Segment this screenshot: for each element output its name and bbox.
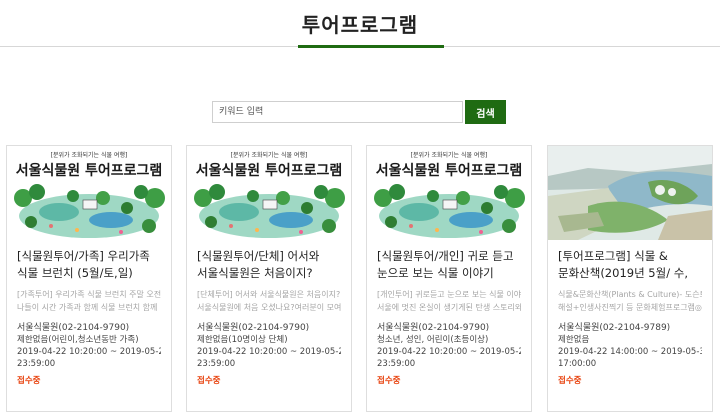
card-organizer: 서울식물원(02-2104-9789) xyxy=(558,323,671,333)
card-title[interactable]: [식물원투어/개인] 귀로 듣고 눈으로 보는 식물 이야기 xyxy=(377,248,521,282)
poster-subtitle: [분위가 조화되기는 식물 여행] xyxy=(411,151,488,159)
poster-subtitle: [분위가 조화되기는 식물 여행] xyxy=(231,151,308,159)
program-card[interactable]: [투어프로그램] 식물 & 문화산책(2019년 5월/ 수, 식물&문화산책(… xyxy=(547,145,713,412)
status-badge: 접수중 xyxy=(558,376,582,386)
poster-title: 서울식물원 투어프로그램 xyxy=(376,162,523,179)
card-description-line: 해설+인생사진찍기 등 문화체험프로그램◎ xyxy=(558,303,702,312)
status-badge: 접수중 xyxy=(17,376,41,386)
card-title[interactable]: [식물원투어/가족] 우리가족 식물 브런치 (5월/토,일) xyxy=(17,248,161,282)
card-organizer: 서울식물원(02-2104-9790) xyxy=(17,323,130,333)
card-description-line: 식물&문화산책(Plants & Culture)- 도슨트의 xyxy=(558,290,702,299)
program-poster-image[interactable]: [분위가 조화되기는 식물 여행] 서울식물원 투어프로그램 xyxy=(7,146,171,240)
status-badge: 접수중 xyxy=(197,376,221,386)
card-meta: 서울식물원(02-2104-9790) 제한없음(어린이,청소년동반 가족) 2… xyxy=(17,322,161,370)
poster-title: 서울식물원 투어프로그램 xyxy=(196,162,343,179)
status-badge: 접수중 xyxy=(377,376,401,386)
card-meta: 서울식물원(02-2104-9790) 청소년, 성인, 어린이(초등이상) 2… xyxy=(377,322,521,370)
card-description: 식물&문화산책(Plants & Culture)- 도슨트의 해설+인생사진찍… xyxy=(558,288,702,314)
card-organizer: 서울식물원(02-2104-9790) xyxy=(377,323,490,333)
card-description-line: 서울에 멋진 온실이 생기게된 탄생 스토리와 xyxy=(377,303,521,312)
card-description: [개인투어] 귀로듣고 눈으로 보는 식물 이야기 서울에 멋진 온실이 생기게… xyxy=(377,288,521,314)
poster-title: 서울식물원 투어프로그램 xyxy=(16,162,163,179)
search-input[interactable] xyxy=(212,101,463,123)
title-divider-accent xyxy=(298,45,444,48)
card-organizer: 서울식물원(02-2104-9790) xyxy=(197,323,310,333)
card-description-line: [단체투어] 어서와 서울식물원은 처음이지? xyxy=(197,290,341,299)
program-card[interactable]: [분위가 조화되기는 식물 여행] 서울식물원 투어프로그램 [식물원투어/개인… xyxy=(366,145,532,412)
card-description: [단체투어] 어서와 서울식물원은 처음이지? 서울식물원에 처음 오셨나요?여… xyxy=(197,288,341,314)
program-card[interactable]: [분위가 조화되기는 식물 여행] 서울식물원 투어프로그램 [식물원투어/가족… xyxy=(6,145,172,412)
card-description-line: 서울식물원에 처음 오셨나요?여러분이 모여 xyxy=(197,303,341,312)
card-target: 제한없음(10명이상 단체) xyxy=(197,335,288,345)
card-period-end: 23:59:00 xyxy=(377,359,416,369)
card-period-end: 23:59:00 xyxy=(197,359,236,369)
poster-subtitle: [분위가 조화되기는 식물 여행] xyxy=(51,151,128,159)
card-period-end: 17:00:00 xyxy=(558,359,597,369)
card-description-line: [가족투어] 우리가족 식물 브런치 주말 오전 xyxy=(17,290,161,299)
card-period: 2019-04-22 10:20:00 ~ 2019-05-23 xyxy=(17,347,161,357)
search-button[interactable]: 검색 xyxy=(465,100,506,124)
card-title[interactable]: [투어프로그램] 식물 & 문화산책(2019년 5월/ 수, xyxy=(558,248,702,282)
card-meta: 서울식물원(02-2104-9790) 제한없음(10명이상 단체) 2019-… xyxy=(197,322,341,370)
program-card[interactable]: [분위가 조화되기는 식물 여행] 서울식물원 투어프로그램 [식물원투어/단체… xyxy=(186,145,352,412)
card-description: [가족투어] 우리가족 식물 브런치 주말 오전 나들이 시간 가족과 함께 식… xyxy=(17,288,161,314)
program-poster-image[interactable]: [분위가 조화되기는 식물 여행] 서울식물원 투어프로그램 xyxy=(187,146,351,240)
card-description-line: 나들이 시간 가족과 함께 식물 브런치 함께 xyxy=(17,303,158,312)
card-target: 제한없음(어린이,청소년동반 가족) xyxy=(17,335,139,345)
card-period-end: 23:59:00 xyxy=(17,359,56,369)
program-aerial-image[interactable] xyxy=(548,146,712,240)
program-poster-image[interactable]: [분위가 조화되기는 식물 여행] 서울식물원 투어프로그램 xyxy=(367,146,531,240)
card-target: 제한없음 xyxy=(558,335,590,345)
page-title: 투어프로그램 xyxy=(301,13,419,37)
card-period: 2019-04-22 10:20:00 ~ 2019-05-28 xyxy=(377,347,521,357)
card-meta: 서울식물원(02-2104-9789) 제한없음 2019-04-22 14:0… xyxy=(558,322,702,370)
card-period: 2019-04-22 14:00:00 ~ 2019-05-30 xyxy=(558,347,702,357)
card-title[interactable]: [식물원투어/단체] 어서와 서울식물원은 처음이지? xyxy=(197,248,341,282)
card-period: 2019-04-22 10:20:00 ~ 2019-05-28 xyxy=(197,347,341,357)
card-description-line: [개인투어] 귀로듣고 눈으로 보는 식물 이야기 xyxy=(377,290,521,299)
card-target: 청소년, 성인, 어린이(초등이상) xyxy=(377,335,489,345)
